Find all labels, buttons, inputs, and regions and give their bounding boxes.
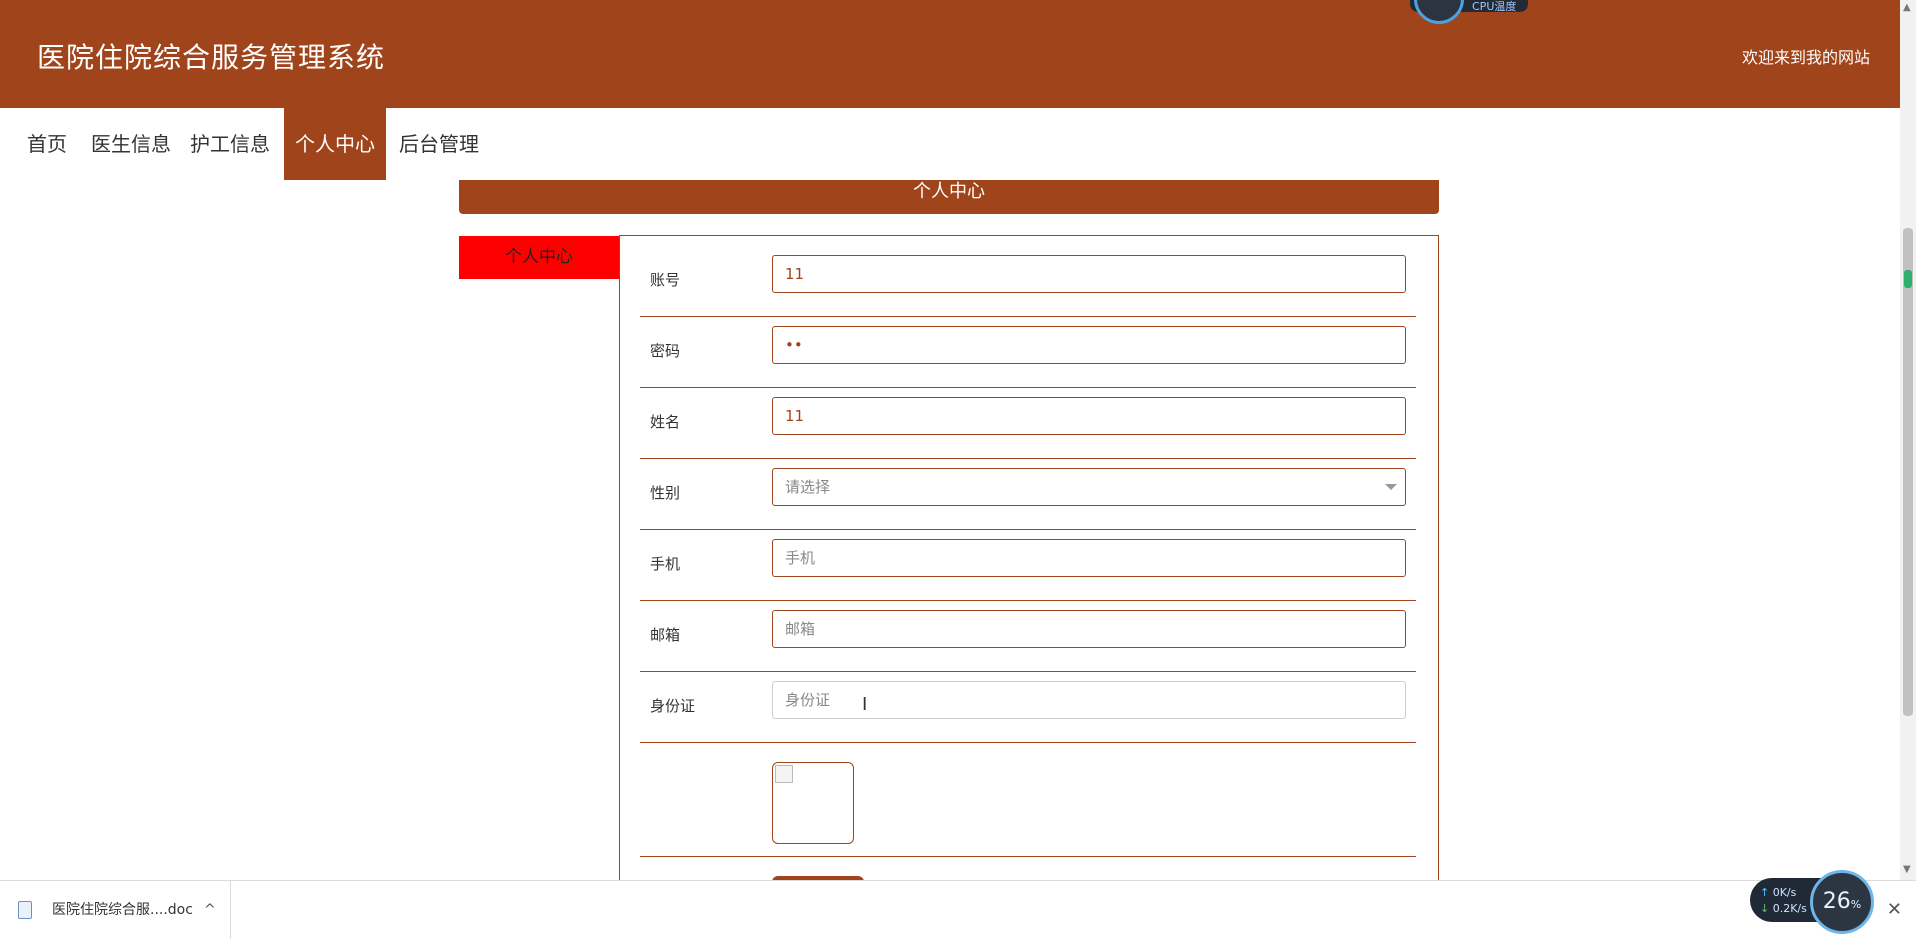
broken-image-icon (775, 765, 793, 783)
download-file-name: 医院住院综合服....doc (52, 902, 193, 918)
chevron-down-icon (1385, 484, 1397, 490)
nav-item-caregivers[interactable]: 护工信息 (179, 108, 281, 180)
cpu-temp-widget: CPU温度 (1410, 0, 1528, 24)
cpu-usage-gauge: 26% (1810, 870, 1874, 934)
name-label: 姓名 (650, 413, 681, 431)
form-row-avatar (640, 742, 1416, 857)
gender-label: 性别 (650, 484, 681, 502)
form-row-account: 账号 11 (640, 245, 1416, 317)
form-row-phone: 手机 手机 (640, 529, 1416, 601)
cpu-temp-label: CPU温度 (1472, 0, 1517, 13)
page-scrollbar[interactable]: ▲ ▼ (1900, 0, 1916, 880)
account-input[interactable]: 11 (772, 255, 1406, 293)
email-input[interactable]: 邮箱 (772, 610, 1406, 648)
arrow-down-icon: ↓ (1760, 902, 1770, 915)
form-row-gender: 性别 请选择 (640, 458, 1416, 530)
phone-label: 手机 (650, 555, 681, 573)
nav-item-doctors[interactable]: 医生信息 (80, 108, 182, 180)
nav-item-personal-center[interactable]: 个人中心 (284, 108, 386, 180)
welcome-text: 欢迎来到我的网站 (1741, 48, 1870, 67)
scrollbar-thumb[interactable] (1903, 228, 1913, 716)
upload-speed: ↑ 0K/s (1760, 886, 1797, 899)
account-label: 账号 (650, 271, 681, 289)
nav-item-home[interactable]: 首页 (16, 108, 78, 180)
gender-select[interactable]: 请选择 (772, 468, 1406, 506)
document-icon (18, 901, 32, 919)
form-row-password: 密码 •• (640, 316, 1416, 388)
chevron-up-icon[interactable]: ^ (204, 881, 216, 939)
password-label: 密码 (650, 342, 681, 360)
panel-title: 个人中心 (459, 180, 1439, 214)
text-cursor-icon: I (862, 694, 868, 715)
download-bar: 医院住院综合服....doc ^ ✕ (0, 880, 1916, 939)
name-input[interactable]: 11 (772, 397, 1406, 435)
phone-input[interactable]: 手机 (772, 539, 1406, 577)
nav-item-admin[interactable]: 后台管理 (388, 108, 490, 180)
download-item[interactable]: 医院住院综合服....doc ^ (14, 881, 231, 939)
gender-select-value: 请选择 (785, 478, 831, 496)
form-row-email: 邮箱 邮箱 (640, 600, 1416, 672)
cpu-temp-ring-icon (1414, 0, 1464, 24)
side-tab-personal-center[interactable]: 个人中心 (459, 236, 619, 279)
scroll-down-icon[interactable]: ▼ (1903, 864, 1911, 875)
id-card-label: 身份证 (650, 697, 696, 715)
download-speed: ↓ 0.2K/s (1760, 902, 1807, 915)
email-label: 邮箱 (650, 626, 681, 644)
form-row-name: 姓名 11 (640, 387, 1416, 459)
close-icon[interactable]: ✕ (1887, 881, 1902, 939)
site-title: 医院住院综合服务管理系统 (37, 41, 386, 74)
avatar-upload[interactable] (772, 762, 854, 844)
arrow-up-icon: ↑ (1760, 886, 1770, 899)
scroll-up-icon[interactable]: ▲ (1903, 2, 1911, 13)
password-input[interactable]: •• (772, 326, 1406, 364)
site-header: 医院住院综合服务管理系统 欢迎来到我的网站 CPU温度 (0, 0, 1900, 108)
scroll-marker (1904, 270, 1912, 288)
form-row-id-card: 身份证 身份证 (640, 671, 1416, 743)
